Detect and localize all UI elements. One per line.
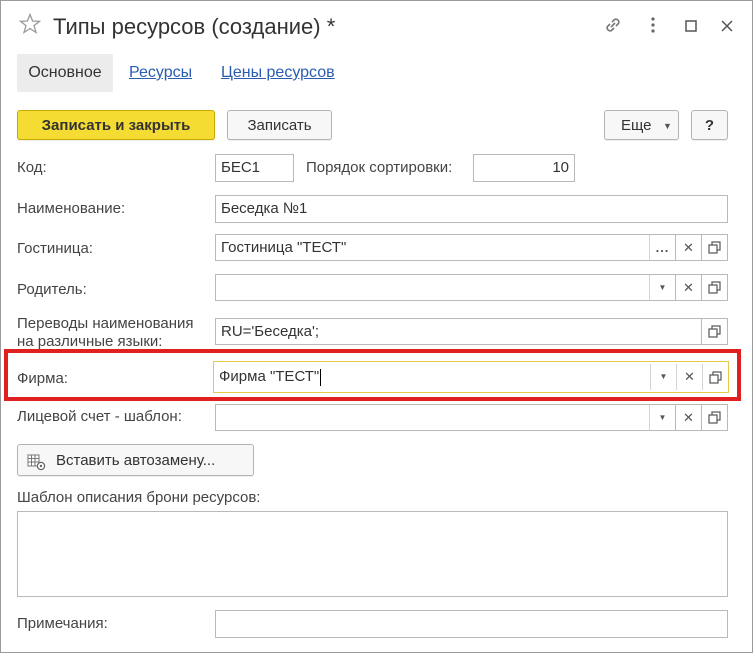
clear-icon[interactable]: ✕ (676, 364, 702, 390)
close-icon[interactable] (717, 16, 737, 36)
name-label: Наименование: (17, 200, 126, 217)
open-icon[interactable] (702, 274, 728, 301)
tab-main[interactable]: Основное (17, 54, 113, 92)
table-gear-icon (27, 452, 47, 471)
account-template-field[interactable]: ▼ (215, 404, 676, 431)
hotel-label: Гостиница: (17, 240, 93, 257)
code-label: Код: (17, 159, 47, 176)
account-template-label: Лицевой счет - шаблон: (17, 408, 182, 425)
notes-label: Примечания: (17, 615, 108, 632)
dropdown-arrow-icon[interactable]: ▼ (649, 275, 675, 300)
more-button[interactable]: Еще ▼ (604, 110, 679, 140)
clear-icon[interactable]: ✕ (676, 234, 702, 261)
dropdown-arrow-icon: ▼ (663, 121, 672, 131)
notes-field[interactable] (215, 610, 728, 638)
clear-icon[interactable]: ✕ (676, 274, 702, 301)
insert-autoreplace-label: Вставить автозамену... (56, 452, 216, 469)
sort-order-label: Порядок сортировки: (306, 159, 453, 176)
select-ellipsis-icon[interactable]: ... (649, 235, 675, 260)
open-icon[interactable] (702, 404, 728, 431)
firm-label: Фирма: (17, 370, 68, 387)
insert-autoreplace-button[interactable]: Вставить автозамену... (17, 444, 254, 476)
text-cursor (320, 368, 322, 386)
form-window: Типы ресурсов (создание) * Основное Ресу… (0, 0, 753, 653)
name-field[interactable]: Беседка №1 (215, 195, 728, 223)
firm-field-value: Фирма "ТЕСТ" (219, 368, 320, 385)
parent-label: Родитель: (17, 281, 87, 298)
parent-field[interactable]: ▼ (215, 274, 676, 301)
save-and-close-button[interactable]: Записать и закрыть (17, 110, 215, 140)
maximize-icon[interactable] (681, 16, 701, 36)
translations-label-line2: на различные языки: (17, 333, 163, 350)
booking-template-label: Шаблон описания брони ресурсов: (17, 489, 261, 506)
save-button[interactable]: Записать (227, 110, 332, 140)
open-icon[interactable] (702, 364, 728, 390)
link-icon[interactable] (601, 14, 625, 38)
tab-resources[interactable]: Ресурсы (129, 54, 192, 92)
hotel-field-value: Гостиница "ТЕСТ" (221, 239, 347, 256)
translations-label-line1: Переводы наименования (17, 315, 194, 332)
open-icon[interactable] (702, 234, 728, 261)
window-title: Типы ресурсов (создание) * (53, 14, 336, 39)
dropdown-arrow-icon[interactable]: ▼ (650, 364, 676, 390)
booking-template-textarea[interactable] (17, 511, 728, 597)
code-field[interactable]: БЕС1 (215, 154, 294, 182)
open-icon[interactable] (702, 318, 728, 345)
hotel-field[interactable]: Гостиница "ТЕСТ" ... (215, 234, 676, 261)
help-button[interactable]: ? (691, 110, 728, 140)
clear-icon[interactable]: ✕ (676, 404, 702, 431)
sort-order-field[interactable]: 10 (473, 154, 575, 182)
translations-field[interactable]: RU='Беседка'; (215, 318, 702, 345)
more-button-label: Еще (621, 117, 652, 134)
tab-resource-prices[interactable]: Цены ресурсов (221, 54, 335, 92)
favorite-star-icon[interactable] (18, 12, 42, 35)
more-vert-icon[interactable] (643, 14, 663, 38)
dropdown-arrow-icon[interactable]: ▼ (649, 405, 675, 430)
firm-field[interactable]: Фирма "ТЕСТ" ▼ ✕ (213, 361, 729, 393)
